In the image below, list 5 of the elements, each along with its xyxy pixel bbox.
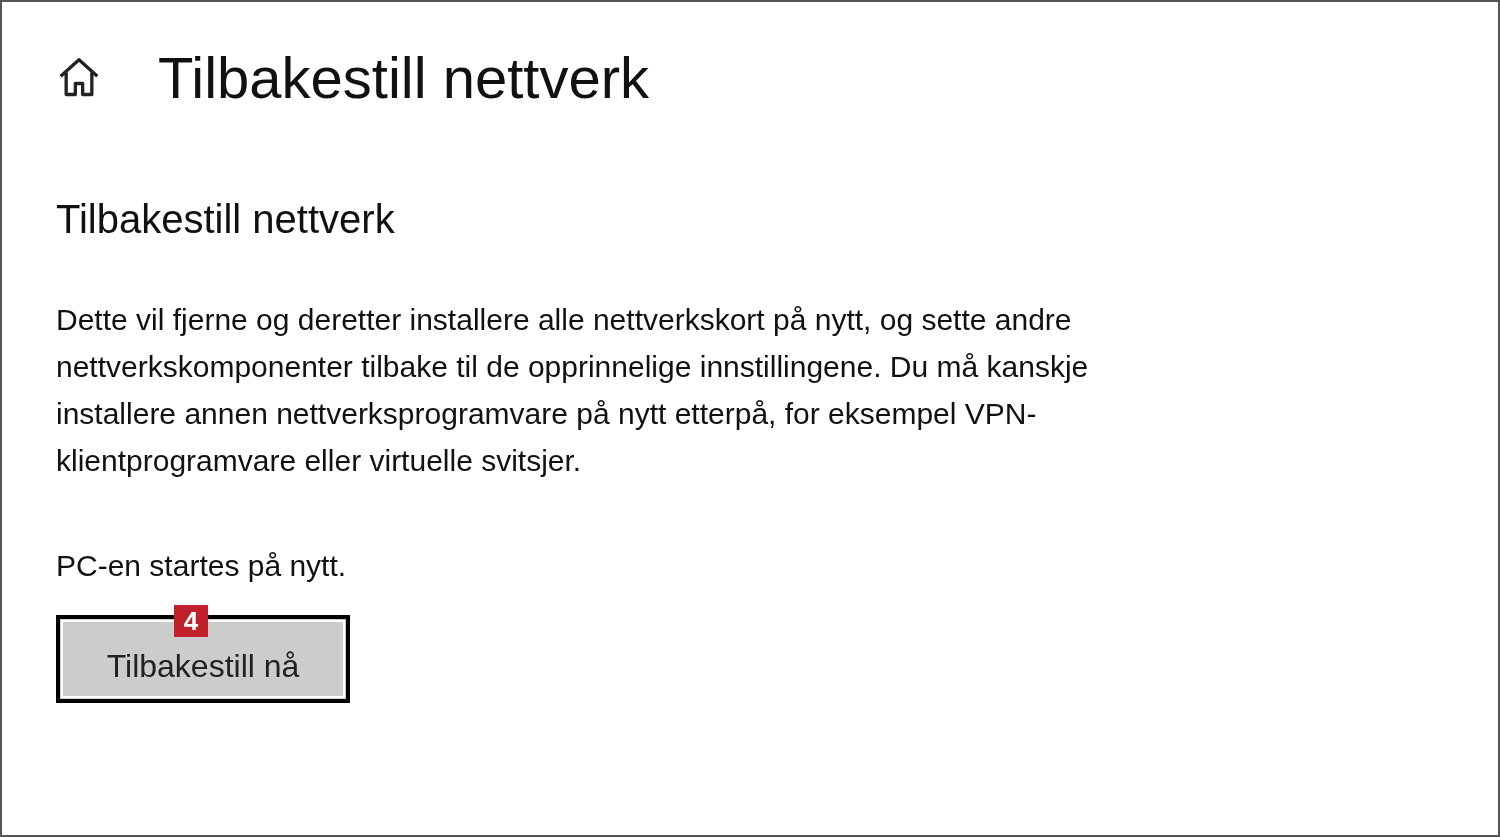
callout-badge: 4 [174, 605, 208, 637]
description-text: Dette vil fjerne og deretter installere alle nettverkskort på nytt, og sette andre nettverkskomponenter tilbake til de opprinnelige innstillingene. Du må kanskje installere annen nettverksprogramvare på nytt etterpå, for eksempel VPN-klientprogramvare eller virtuelle svitsjer. [56, 302, 1090, 479]
section-heading: Tilbakestill nettverk [56, 196, 396, 243]
page-title: Tilbakestill nettverk [158, 44, 650, 112]
restart-note: PC-en startes på nytt. [56, 548, 348, 584]
